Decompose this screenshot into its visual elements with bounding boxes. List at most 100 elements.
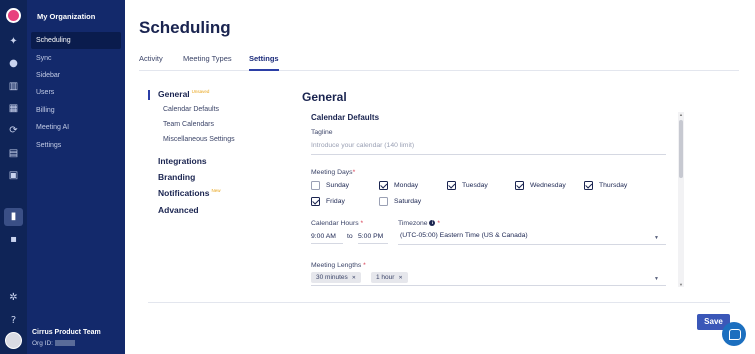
checkbox-wednesday[interactable] — [515, 181, 524, 190]
settings-nav-calendar-defaults[interactable]: Calendar Defaults — [163, 106, 219, 113]
icon-rail: ✦ ● ▥ ▦ ⟳ ▤ ▣ ▮ ▪ ✲ ? — [0, 0, 27, 354]
footer-divider — [148, 302, 730, 303]
org-name: My Organization — [37, 12, 96, 21]
meeting-days-label: Meeting Days* — [311, 169, 355, 176]
settings-nav-team-calendars[interactable]: Team Calendars — [163, 121, 214, 128]
settings-nav-notifications[interactable]: Notifications New — [158, 188, 221, 198]
scrollbar-thumb[interactable] — [679, 120, 683, 178]
active-indicator — [148, 90, 150, 100]
settings-nav-general-label: General — [158, 89, 190, 99]
grid-icon[interactable]: ▣ — [7, 169, 20, 182]
scrollbar[interactable]: ▲ ▼ — [678, 112, 684, 287]
scroll-down-icon[interactable]: ▼ — [679, 282, 683, 287]
avatar[interactable] — [5, 332, 22, 349]
tab-settings[interactable]: Settings — [249, 54, 279, 71]
settings-nav-advanced[interactable]: Advanced — [158, 205, 199, 215]
sidebar-item-billing[interactable]: Billing — [31, 102, 147, 119]
hours-start-underline — [311, 243, 343, 244]
chip-30-minutes[interactable]: 30 minutes ✕ — [311, 272, 361, 283]
settings-nav-general[interactable]: General Unsaved — [158, 89, 209, 99]
sidebar-icon[interactable]: ▤ — [7, 147, 20, 160]
logo-icon[interactable] — [6, 8, 21, 23]
bank-icon[interactable]: ▥ — [7, 80, 20, 93]
required-mark: * — [363, 262, 366, 269]
sync-icon[interactable]: ⟳ — [7, 124, 20, 137]
day-label-sunday: Sunday — [326, 182, 350, 189]
org-id-label: Org ID: — [32, 340, 53, 347]
checkbox-saturday[interactable] — [379, 197, 388, 206]
chevron-down-icon[interactable]: ▼ — [654, 235, 659, 241]
sparkle-icon[interactable]: ✦ — [7, 35, 20, 48]
new-badge: New — [211, 188, 221, 193]
meeting-lengths-label: Meeting Lengths * — [311, 262, 366, 269]
tagline-underline — [311, 154, 666, 155]
required-mark: * — [360, 220, 364, 227]
tagline-label: Tagline — [311, 129, 333, 136]
settings-icon[interactable]: ✲ — [7, 291, 20, 304]
day-label-saturday: Saturday — [394, 198, 422, 205]
sidebar-item-scheduling[interactable]: Scheduling — [31, 32, 121, 49]
remove-icon[interactable]: ✕ — [398, 275, 402, 281]
timezone-label: Timezone i * — [398, 220, 440, 227]
team-name: Cirrus Product Team — [32, 329, 101, 336]
calendar-icon[interactable]: ▦ — [7, 102, 20, 115]
chip-label: 1 hour — [376, 274, 395, 281]
lock-icon[interactable]: ▪ — [7, 233, 20, 246]
section-heading: General — [302, 90, 347, 104]
sidebar: My Organization Scheduling Sync Sidebar … — [27, 0, 125, 354]
checkbox-tuesday[interactable] — [447, 181, 456, 190]
hours-end-underline — [358, 243, 388, 244]
day-label-monday: Monday — [394, 182, 419, 189]
org-id: Org ID: — [32, 340, 75, 347]
document-icon[interactable]: ▮ — [4, 208, 23, 226]
settings-nav-integrations[interactable]: Integrations — [158, 156, 207, 166]
day-label-friday: Friday — [326, 198, 345, 205]
calendar-defaults-title: Calendar Defaults — [311, 113, 380, 122]
sidebar-item-sidebar[interactable]: Sidebar — [31, 67, 147, 84]
info-icon[interactable]: i — [429, 220, 436, 227]
settings-nav-misc-settings[interactable]: Miscellaneous Settings — [163, 136, 235, 143]
chip-1-hour[interactable]: 1 hour ✕ — [371, 272, 408, 283]
hours-to-label: to — [347, 233, 353, 240]
meeting-lengths-underline — [311, 285, 666, 286]
timezone-select[interactable]: (UTC-05:00) Eastern Time (US & Canada) — [400, 232, 666, 244]
help-icon[interactable]: ? — [7, 314, 20, 327]
settings-nav-notifications-label: Notifications — [158, 188, 210, 198]
chevron-down-icon[interactable]: ▼ — [654, 276, 659, 282]
timezone-label-text: Timezone — [398, 220, 428, 227]
chat-icon[interactable] — [722, 322, 746, 346]
tab-meeting-types[interactable]: Meeting Types — [183, 54, 232, 71]
page-title: Scheduling — [139, 18, 231, 37]
day-label-tuesday: Tuesday — [462, 182, 488, 189]
checkbox-thursday[interactable] — [584, 181, 593, 190]
sidebar-item-meeting-ai[interactable]: Meeting AI — [31, 119, 147, 136]
sidebar-item-settings[interactable]: Settings — [31, 137, 147, 154]
hours-start-input[interactable]: 9:00 AM — [311, 233, 336, 240]
calendar-hours-label: Calendar Hours * — [311, 220, 363, 227]
checkbox-friday[interactable] — [311, 197, 320, 206]
remove-icon[interactable]: ✕ — [352, 275, 356, 281]
checkbox-monday[interactable] — [379, 181, 388, 190]
unsaved-badge: Unsaved — [191, 89, 210, 94]
calendar-hours-label-text: Calendar Hours — [311, 220, 359, 227]
tab-bar: Activity Meeting Types Settings — [139, 54, 739, 71]
user-icon[interactable]: ● — [7, 57, 20, 70]
required-mark: * — [437, 220, 441, 227]
tab-activity[interactable]: Activity — [139, 54, 163, 71]
sidebar-item-sync[interactable]: Sync — [31, 50, 147, 67]
general-settings-panel: Calendar Defaults Tagline Introduce your… — [306, 112, 684, 287]
org-id-redacted — [54, 340, 75, 347]
checkbox-sunday[interactable] — [311, 181, 320, 190]
meeting-days-label-text: Meeting Days — [311, 169, 353, 176]
chip-label: 30 minutes — [316, 274, 348, 281]
scroll-up-icon[interactable]: ▲ — [679, 112, 683, 117]
day-label-wednesday: Wednesday — [530, 182, 566, 189]
meeting-lengths-label-text: Meeting Lengths — [311, 262, 362, 269]
sidebar-item-users[interactable]: Users — [31, 84, 147, 101]
settings-nav-branding[interactable]: Branding — [158, 172, 195, 182]
required-mark: * — [352, 169, 356, 176]
day-label-thursday: Thursday — [599, 182, 628, 189]
hours-end-input[interactable]: 5:00 PM — [358, 233, 383, 240]
tagline-input[interactable]: Introduce your calendar (140 limit) — [311, 142, 666, 154]
timezone-underline — [398, 244, 666, 245]
